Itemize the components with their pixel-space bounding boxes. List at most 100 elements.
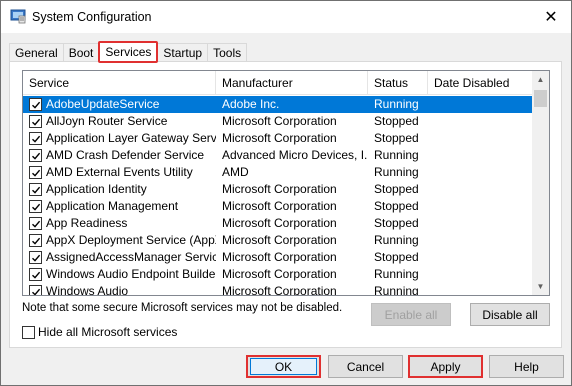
column-header-status[interactable]: Status xyxy=(368,71,428,95)
apply-button[interactable]: Apply xyxy=(408,355,483,378)
service-name: AMD Crash Defender Service xyxy=(46,148,205,162)
service-name: AssignedAccessManager Service xyxy=(46,250,216,264)
table-row[interactable]: AppX Deployment Service (AppX... Microsof… xyxy=(23,232,533,249)
checkmark-icon xyxy=(31,169,40,177)
help-button[interactable]: Help xyxy=(489,355,564,378)
title-bar: System Configuration ✕ xyxy=(1,1,571,33)
service-cell: Application Layer Gateway Service xyxy=(23,130,216,147)
service-checkbox[interactable] xyxy=(29,115,42,128)
date-disabled-cell xyxy=(428,198,533,215)
status-cell: Stopped xyxy=(374,182,419,196)
service-name: AllJoyn Router Service xyxy=(46,114,168,128)
service-cell: Application Identity xyxy=(23,181,216,198)
date-disabled-cell xyxy=(428,266,533,283)
list-header: Service Manufacturer Status Date Disable… xyxy=(23,71,533,95)
service-checkbox[interactable] xyxy=(29,183,42,196)
tab-strip: General Boot Services Startup Tools xyxy=(9,41,248,63)
column-header-date-disabled[interactable]: Date Disabled xyxy=(428,71,533,95)
services-list[interactable]: Service Manufacturer Status Date Disable… xyxy=(22,70,550,296)
date-disabled-cell xyxy=(428,283,533,295)
disable-all-button[interactable]: Disable all xyxy=(470,303,550,326)
table-row[interactable]: AMD External Events Utility AMD Running xyxy=(23,164,533,181)
window-title: System Configuration xyxy=(32,10,152,24)
status-cell: Stopped xyxy=(374,131,419,145)
manufacturer-cell: Microsoft Corporation xyxy=(222,233,337,247)
date-disabled-cell xyxy=(428,215,533,232)
tab-boot[interactable]: Boot xyxy=(62,43,100,63)
scroll-thumb[interactable] xyxy=(534,90,547,107)
cancel-button[interactable]: Cancel xyxy=(328,355,403,378)
service-cell: AdobeUpdateService xyxy=(23,96,216,113)
system-configuration-window: System Configuration ✕ General Boot Serv… xyxy=(0,0,572,386)
service-name: Application Management xyxy=(46,199,179,213)
tab-tools[interactable]: Tools xyxy=(207,43,248,63)
service-checkbox[interactable] xyxy=(29,200,42,213)
date-disabled-cell xyxy=(428,113,533,130)
checkmark-icon xyxy=(31,271,40,279)
table-row[interactable]: AllJoyn Router Service Microsoft Corporat… xyxy=(23,113,533,130)
enable-all-button[interactable]: Enable all xyxy=(371,303,451,326)
status-cell: Stopped xyxy=(374,114,419,128)
msconfig-app-icon xyxy=(10,8,26,24)
service-checkbox[interactable] xyxy=(29,251,42,264)
table-row[interactable]: AdobeUpdateService Adobe Inc. Running xyxy=(23,96,533,113)
service-cell: AMD External Events Utility xyxy=(23,164,216,181)
table-row[interactable]: Application Management Microsoft Corporat… xyxy=(23,198,533,215)
service-cell: AppX Deployment Service (AppX... xyxy=(23,232,216,249)
table-row[interactable]: App Readiness Microsoft Corporation Stoppe… xyxy=(23,215,533,232)
service-name: AppX Deployment Service (AppX... xyxy=(46,233,216,247)
hide-microsoft-services-option[interactable]: Hide all Microsoft services xyxy=(22,325,177,339)
status-cell: Stopped xyxy=(374,250,419,264)
column-header-manufacturer[interactable]: Manufacturer xyxy=(216,71,368,95)
service-checkbox[interactable] xyxy=(29,234,42,247)
service-checkbox[interactable] xyxy=(29,98,42,111)
service-checkbox[interactable] xyxy=(29,268,42,281)
status-cell: Stopped xyxy=(374,199,419,213)
checkmark-icon xyxy=(31,288,40,295)
tab-startup[interactable]: Startup xyxy=(157,43,209,63)
service-name: Application Identity xyxy=(46,182,147,196)
service-cell: Application Management xyxy=(23,198,216,215)
table-row[interactable]: AMD Crash Defender Service Advanced Micro… xyxy=(23,147,533,164)
enable-all-label: Enable all xyxy=(384,307,438,322)
column-header-service[interactable]: Service xyxy=(23,71,216,95)
manufacturer-cell: Microsoft Corporation xyxy=(222,284,337,296)
table-row[interactable]: Application Layer Gateway Service Microso… xyxy=(23,130,533,147)
status-cell: Stopped xyxy=(374,216,419,230)
service-checkbox[interactable] xyxy=(29,149,42,162)
manufacturer-cell: Microsoft Corporation xyxy=(222,267,337,281)
manufacturer-cell: Advanced Micro Devices, I... xyxy=(222,148,368,162)
hide-microsoft-services-label: Hide all Microsoft services xyxy=(38,325,178,339)
service-checkbox[interactable] xyxy=(29,285,42,295)
scroll-up-arrow-icon[interactable]: ▲ xyxy=(532,71,549,88)
service-checkbox[interactable] xyxy=(29,217,42,230)
scroll-down-arrow-icon[interactable]: ▼ xyxy=(532,278,549,295)
table-row[interactable]: Application Identity Microsoft Corporatio… xyxy=(23,181,533,198)
table-row[interactable]: Windows Audio Microsoft Corporation Runnin… xyxy=(23,283,533,296)
date-disabled-cell xyxy=(428,147,533,164)
checkmark-icon xyxy=(31,237,40,245)
apply-label: Apply xyxy=(430,359,461,374)
table-row[interactable]: AssignedAccessManager Service Microsoft C… xyxy=(23,249,533,266)
date-disabled-cell xyxy=(428,164,533,181)
tab-general[interactable]: General xyxy=(9,43,64,63)
secure-services-note: Note that some secure Microsoft services… xyxy=(22,302,343,314)
date-disabled-cell xyxy=(428,181,533,198)
status-cell: Running xyxy=(374,284,419,296)
checkmark-icon xyxy=(31,203,40,211)
table-row[interactable]: Windows Audio Endpoint Builder Microsoft … xyxy=(23,266,533,283)
close-button[interactable]: ✕ xyxy=(531,1,571,33)
ok-button[interactable]: OK xyxy=(246,355,321,378)
close-icon: ✕ xyxy=(544,9,558,26)
service-cell: Windows Audio xyxy=(23,283,216,295)
manufacturer-cell: Microsoft Corporation xyxy=(222,131,337,145)
service-name: AdobeUpdateService xyxy=(46,96,160,113)
help-label: Help xyxy=(514,359,539,374)
service-checkbox[interactable] xyxy=(29,132,42,145)
service-checkbox[interactable] xyxy=(29,166,42,179)
date-disabled-cell xyxy=(428,249,533,266)
manufacturer-cell: Microsoft Corporation xyxy=(222,199,337,213)
tab-services[interactable]: Services xyxy=(98,41,159,63)
vertical-scrollbar[interactable]: ▲ ▼ xyxy=(532,71,549,295)
hide-microsoft-services-checkbox[interactable] xyxy=(22,325,35,339)
